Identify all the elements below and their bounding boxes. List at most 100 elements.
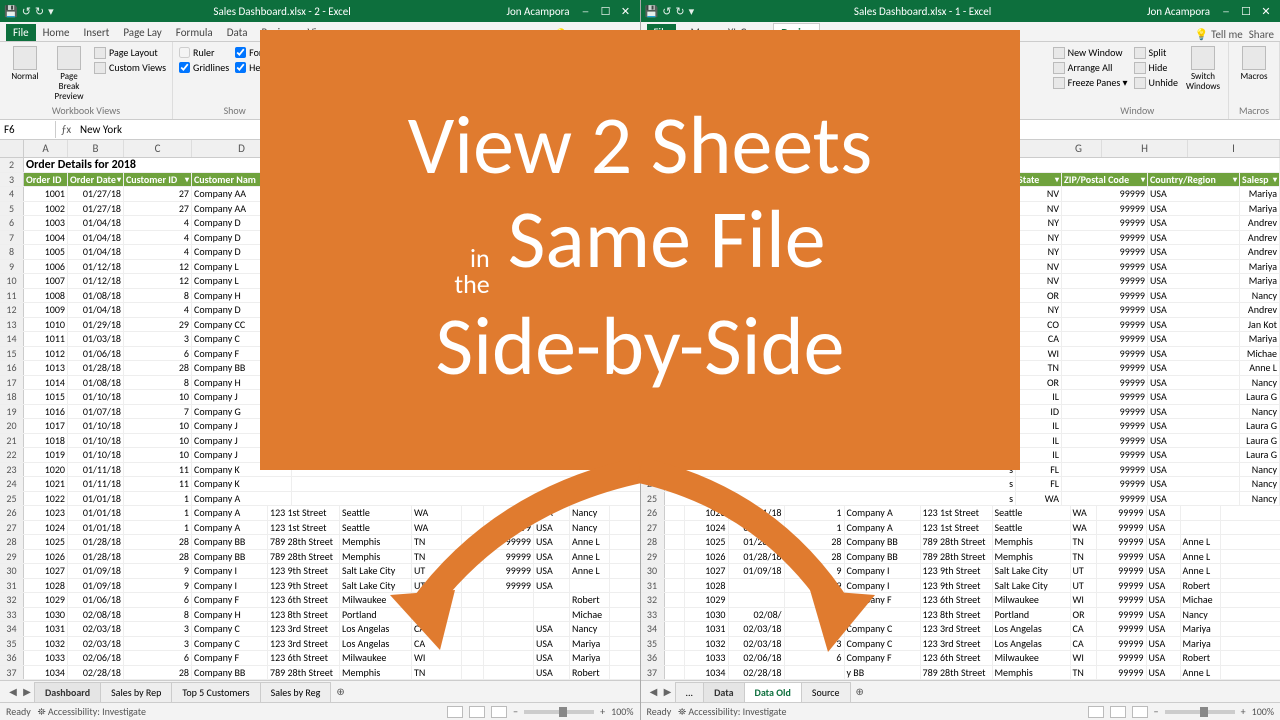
cell[interactable]: 1027 [685, 564, 729, 578]
cell[interactable] [1181, 521, 1221, 535]
cell[interactable]: 27 [124, 202, 192, 216]
cell[interactable]: CA [412, 622, 462, 636]
cell[interactable]: 1021 [24, 477, 68, 491]
cell[interactable] [665, 550, 685, 564]
cell[interactable]: USA [1148, 260, 1240, 274]
cell[interactable]: 1032 [685, 637, 729, 651]
zoom-in[interactable]: + [600, 705, 605, 718]
cell[interactable]: 02/08/18 [68, 608, 124, 622]
cell[interactable]: Nancy [1181, 608, 1221, 622]
cell[interactable]: 01/04/18 [68, 216, 124, 230]
cell[interactable]: USA [534, 666, 570, 680]
freeze-panes-button[interactable]: Freeze Panes ▾ [1053, 76, 1128, 89]
cell[interactable]: USA [1147, 579, 1181, 593]
cell[interactable]: Mariya [570, 651, 610, 665]
cell[interactable]: 123 1st Street [921, 506, 993, 520]
cell[interactable] [484, 651, 534, 665]
cell[interactable]: 01/07/18 [68, 405, 124, 419]
page-break-button[interactable]: Page Break Preview [50, 46, 88, 102]
cell[interactable] [665, 651, 685, 665]
cell[interactable]: Anne L [1240, 361, 1280, 375]
cell[interactable]: NY [1016, 245, 1062, 259]
cell[interactable]: 02/03/18 [729, 637, 785, 651]
cell[interactable]: CA [1016, 332, 1062, 346]
cell[interactable]: Salt Lake City [993, 579, 1071, 593]
cell[interactable]: 01/28/18 [68, 550, 124, 564]
cell[interactable]: Robert [1181, 651, 1221, 665]
cell[interactable]: 123 9th Street [921, 579, 993, 593]
cell[interactable]: USA [1147, 666, 1181, 680]
cell[interactable]: Company K [192, 477, 292, 491]
cell[interactable]: 99999 [1062, 245, 1148, 259]
cell[interactable]: 99999 [1097, 535, 1147, 549]
table-row[interactable]: 36103302/06/186Company F123 6th StreetMi… [0, 651, 640, 666]
arrange-all-button[interactable]: Arrange All [1053, 61, 1128, 74]
cell[interactable] [845, 608, 921, 622]
cell[interactable]: OR [1016, 289, 1062, 303]
cell[interactable] [785, 622, 845, 636]
cell[interactable]: 1031 [24, 622, 68, 636]
cell[interactable]: 99999 [1062, 347, 1148, 361]
cell[interactable]: TN [412, 550, 462, 564]
cell[interactable]: Company I [845, 564, 921, 578]
cell[interactable] [665, 593, 685, 607]
zoom-level[interactable]: 100% [611, 705, 633, 718]
cell[interactable]: CO [1016, 318, 1062, 332]
cell[interactable]: 1 [124, 492, 192, 506]
cell[interactable]: UT [412, 564, 462, 578]
table-row[interactable]: 27102401/01/181Company A123 1st StreetSe… [641, 521, 1280, 536]
table-row[interactable]: 37103402/28/18y BB789 28th StreetMemphis… [641, 666, 1280, 681]
cell[interactable]: Salt Lake City [340, 564, 412, 578]
cell[interactable]: IL [1016, 448, 1062, 462]
cell[interactable]: IL [1016, 419, 1062, 433]
table-row[interactable]: 28102501/28/1828Company BB789 28th Stree… [0, 535, 640, 550]
cell[interactable]: USA [1148, 376, 1240, 390]
cell[interactable]: 99999 [1062, 477, 1148, 491]
cell[interactable]: 01/01/18 [68, 521, 124, 535]
table-row[interactable]: 29102601/28/1828Company BB789 28th Stree… [641, 550, 1280, 565]
cell[interactable]: 9 [785, 579, 845, 593]
add-sheet-button[interactable]: ⊕ [330, 683, 350, 700]
cell[interactable]: 123 9th Street [268, 579, 340, 593]
status-accessibility[interactable]: ⛯ Accessibility: Investigate [678, 705, 786, 718]
cell[interactable]: USA [1147, 564, 1181, 578]
cell[interactable]: 29 [124, 318, 192, 332]
ribbon-tab[interactable]: Insert [77, 24, 117, 41]
cell[interactable]: USA [1147, 521, 1181, 535]
cell[interactable]: 1004 [24, 231, 68, 245]
cell[interactable]: 10 [124, 419, 192, 433]
cell[interactable]: 123 9th Street [921, 564, 993, 578]
cell[interactable]: Mariya [1240, 332, 1280, 346]
cell[interactable]: 789 28th Street [921, 550, 993, 564]
cell[interactable]: 01/27/18 [68, 187, 124, 201]
ribbon-tab[interactable]: Page Lay [116, 24, 168, 41]
cell[interactable]: 01/27/18 [68, 202, 124, 216]
cell[interactable]: USA [1147, 593, 1181, 607]
cell[interactable]: Company C [192, 637, 268, 651]
cell[interactable]: 8 [124, 289, 192, 303]
cell[interactable]: 123 1st Street [268, 521, 340, 535]
col-header[interactable]: B [68, 140, 124, 157]
cell[interactable]: 6 [785, 593, 845, 607]
cell[interactable]: 01/01/18 [68, 506, 124, 520]
cell[interactable]: NV [1016, 187, 1062, 201]
cell[interactable]: y BB [845, 666, 921, 680]
cell[interactable] [462, 666, 484, 680]
zoom-slider[interactable] [524, 710, 594, 714]
cell[interactable]: 12 [124, 260, 192, 274]
view-normal-icon[interactable] [447, 706, 463, 718]
cell[interactable]: WI [1071, 651, 1097, 665]
table-row[interactable]: 30102701/09/189Company I123 9th StreetSa… [641, 564, 1280, 579]
add-sheet-button[interactable]: ⊕ [850, 683, 870, 700]
cell[interactable]: NV [1016, 202, 1062, 216]
col-header[interactable]: C [124, 140, 192, 157]
cell[interactable]: USA [1147, 550, 1181, 564]
cell[interactable]: 3 [124, 622, 192, 636]
cell[interactable]: 01/12/18 [68, 274, 124, 288]
cell[interactable] [665, 521, 685, 535]
cell[interactable]: 1025 [685, 535, 729, 549]
cell[interactable]: Laura G [1240, 390, 1280, 404]
cell[interactable]: USA [1148, 419, 1240, 433]
cell[interactable]: 123 6th Street [921, 593, 993, 607]
cell[interactable]: 02/03/18 [68, 637, 124, 651]
